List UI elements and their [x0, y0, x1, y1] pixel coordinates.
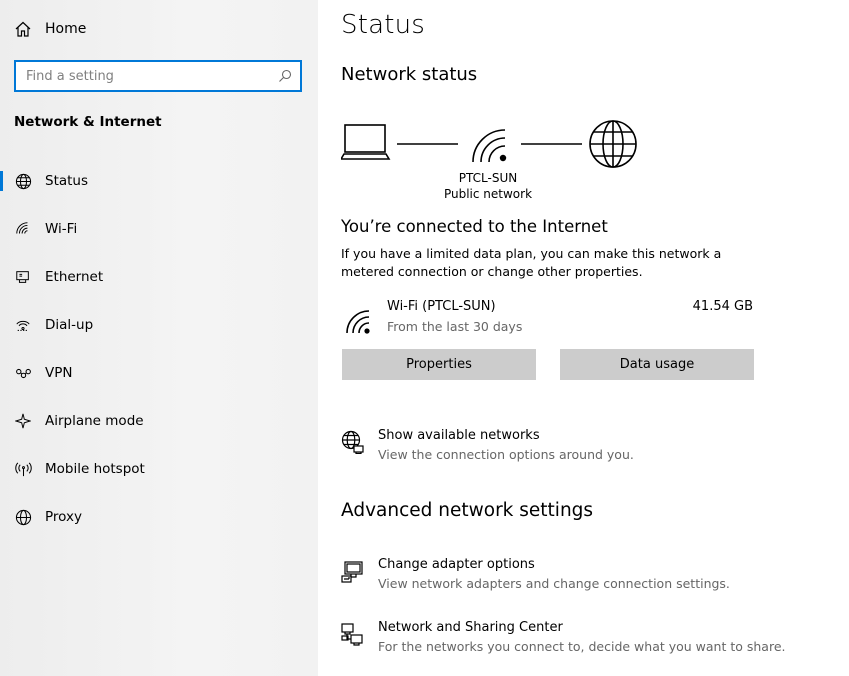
sharing-desc: For the networks you connect to, decide …: [378, 639, 786, 654]
advanced-settings-heading: Advanced network settings: [341, 500, 594, 521]
network-globe-icon: [341, 430, 364, 454]
adapter-title: Change adapter options: [378, 557, 535, 572]
dialup-icon: [14, 316, 32, 334]
globe-icon: [14, 172, 32, 190]
sidebar-item-label: Airplane mode: [45, 413, 144, 429]
search-box[interactable]: [14, 60, 302, 92]
section-title: Network & Internet: [14, 114, 162, 130]
sidebar-item-label: VPN: [45, 365, 73, 381]
sidebar-item-label: Status: [45, 173, 89, 189]
page-title: Status: [341, 10, 426, 40]
sidebar-item-status[interactable]: Status: [0, 157, 318, 205]
airplane-icon: [14, 412, 32, 430]
network-name: PTCL-SUN: [458, 171, 518, 185]
show-networks-title: Show available networks: [378, 428, 540, 443]
sidebar-item-dialup[interactable]: Dial-up: [0, 301, 318, 349]
sidebar-item-proxy[interactable]: Proxy: [0, 493, 318, 541]
sharing-center-icon: [341, 623, 363, 646]
sidebar-item-vpn[interactable]: VPN: [0, 349, 318, 397]
home-nav-item[interactable]: Home: [14, 18, 86, 40]
sidebar-item-airplane[interactable]: Airplane mode: [0, 397, 318, 445]
home-label: Home: [45, 21, 87, 37]
sidebar-item-ethernet[interactable]: Ethernet: [0, 253, 318, 301]
adapter-desc: View network adapters and change connect…: [378, 576, 730, 591]
sidebar-nav: Status Wi-Fi Ethernet Dial-up VPN Airpla…: [0, 157, 318, 541]
sidebar-item-label: Proxy: [45, 509, 82, 525]
adapter-icon: [341, 561, 363, 583]
main-content: Status Network status PTCL-SUN Public ne…: [318, 0, 849, 676]
wifi-icon: [346, 310, 370, 334]
home-icon: [15, 21, 31, 37]
internet-globe-icon: [589, 120, 637, 168]
sidebar-item-mobile-hotspot[interactable]: Mobile hotspot: [0, 445, 318, 493]
network-status-heading: Network status: [341, 64, 478, 85]
show-networks-desc: View the connection options around you.: [378, 447, 634, 462]
laptop-icon: [341, 124, 391, 160]
connection-row: Wi-Fi (PTCL-SUN) From the last 30 days 4…: [341, 297, 754, 341]
wifi-signal-icon: [472, 129, 507, 163]
proxy-globe-icon: [14, 508, 32, 526]
sidebar: Home Network & Internet Status Wi-Fi: [0, 0, 318, 676]
network-type: Public network: [443, 187, 533, 201]
ethernet-icon: [14, 268, 32, 286]
search-input[interactable]: [26, 68, 278, 84]
sharing-title: Network and Sharing Center: [378, 620, 563, 635]
connection-period: From the last 30 days: [387, 319, 523, 334]
data-usage-button[interactable]: Data usage: [560, 349, 754, 380]
sidebar-item-label: Wi-Fi: [45, 221, 78, 237]
connected-title: You’re connected to the Internet: [341, 217, 608, 236]
hotspot-icon: [14, 460, 32, 478]
connection-name: Wi-Fi (PTCL-SUN): [387, 299, 496, 314]
sidebar-item-label: Mobile hotspot: [45, 461, 145, 477]
search-icon[interactable]: [278, 69, 292, 83]
data-usage-value: 41.54 GB: [692, 299, 753, 314]
sidebar-item-label: Dial-up: [45, 317, 94, 333]
vpn-icon: [14, 364, 32, 382]
network-name-label: PTCL-SUN Public network: [428, 170, 548, 202]
connected-description: If you have a limited data plan, you can…: [341, 246, 722, 279]
properties-button[interactable]: Properties: [342, 349, 536, 380]
wifi-icon: [14, 220, 32, 238]
sidebar-item-label: Ethernet: [45, 269, 104, 285]
sidebar-item-wifi[interactable]: Wi-Fi: [0, 205, 318, 253]
